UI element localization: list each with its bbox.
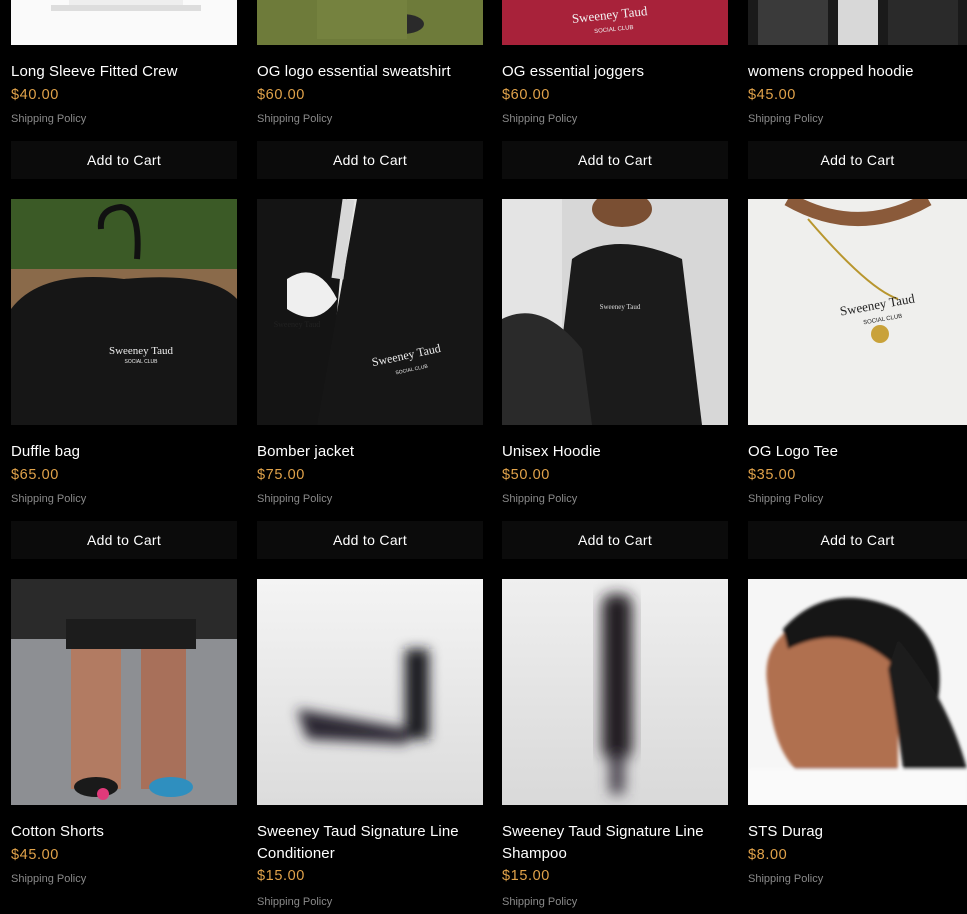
shipping-policy-link[interactable]: Shipping Policy xyxy=(257,113,332,125)
product-image-shampoo-bottle[interactable] xyxy=(502,579,728,805)
product-price: $75.00 xyxy=(257,467,305,483)
product-price: $40.00 xyxy=(11,87,59,103)
shipping-policy-link[interactable]: Shipping Policy xyxy=(257,896,332,908)
product-name[interactable]: OG essential joggers xyxy=(502,61,728,83)
add-to-cart-button[interactable]: Add to Cart xyxy=(502,141,728,179)
product-price: $65.00 xyxy=(11,467,59,483)
product-price: $45.00 xyxy=(748,87,796,103)
shipping-policy-link[interactable]: Shipping Policy xyxy=(502,896,577,908)
shipping-policy-link[interactable]: Shipping Policy xyxy=(11,873,86,885)
product-image-red-joggers[interactable]: Sweeney Taud SOCIAL CLUB xyxy=(502,0,728,45)
duffle-logo-text: Sweeney Taud xyxy=(109,345,174,357)
bomber-chest-logo-text: Sweeney Taud xyxy=(274,320,321,329)
product-name[interactable]: Unisex Hoodie xyxy=(502,441,728,463)
product-name[interactable]: STS Durag xyxy=(748,821,967,843)
shipping-policy-link[interactable]: Shipping Policy xyxy=(748,493,823,505)
product-price: $45.00 xyxy=(11,847,59,863)
product-image-durag[interactable] xyxy=(748,579,967,805)
product-image-duffle-bag[interactable]: Sweeney Taud SOCIAL CLUB xyxy=(11,199,237,425)
product-name[interactable]: Cotton Shorts xyxy=(11,821,237,843)
product-price: $50.00 xyxy=(502,467,550,483)
product-price: $60.00 xyxy=(502,87,550,103)
add-to-cart-button[interactable]: Add to Cart xyxy=(11,521,237,559)
shipping-policy-link[interactable]: Shipping Policy xyxy=(11,493,86,505)
product-name[interactable]: OG logo essential sweatshirt xyxy=(257,61,483,83)
shipping-policy-link[interactable]: Shipping Policy xyxy=(11,113,86,125)
shipping-policy-link[interactable]: Shipping Policy xyxy=(748,873,823,885)
product-image-white-tee[interactable]: Sweeney Taud SOCIAL CLUB xyxy=(748,199,967,425)
add-to-cart-button[interactable]: Add to Cart xyxy=(502,521,728,559)
product-name[interactable]: Long Sleeve Fitted Crew xyxy=(11,61,237,83)
product-image-unisex-hoodie[interactable]: Sweeney Taud xyxy=(502,199,728,425)
product-name[interactable]: Duffle bag xyxy=(11,441,237,463)
product-price: $15.00 xyxy=(257,868,305,884)
add-to-cart-button[interactable]: Add to Cart xyxy=(748,141,967,179)
product-name[interactable]: OG Logo Tee xyxy=(748,441,967,463)
product-grid: Long Sleeve Fitted Crew $40.00 Shipping … xyxy=(0,0,967,914)
shipping-policy-link[interactable]: Shipping Policy xyxy=(502,493,577,505)
shipping-policy-link[interactable]: Shipping Policy xyxy=(502,113,577,125)
product-name[interactable]: Sweeney Taud Signature Line Shampoo xyxy=(502,821,728,865)
add-to-cart-button[interactable]: Add to Cart xyxy=(257,141,483,179)
add-to-cart-button[interactable]: Add to Cart xyxy=(11,141,237,179)
shipping-policy-link[interactable]: Shipping Policy xyxy=(257,493,332,505)
duffle-logo-sub: SOCIAL CLUB xyxy=(125,359,159,365)
product-price: $35.00 xyxy=(748,467,796,483)
product-price: $8.00 xyxy=(748,847,788,863)
product-image-olive-sweatshirt[interactable] xyxy=(257,0,483,45)
product-image-conditioner-bottle[interactable] xyxy=(257,579,483,805)
shipping-policy-link[interactable]: Shipping Policy xyxy=(748,113,823,125)
add-to-cart-button[interactable]: Add to Cart xyxy=(748,521,967,559)
product-price: $60.00 xyxy=(257,87,305,103)
product-name[interactable]: Bomber jacket xyxy=(257,441,483,463)
product-image-bomber-jacket[interactable]: Sweeney Taud Sweeney Taud SOCIAL CLUB xyxy=(257,199,483,425)
hoodie-logo-text: Sweeney Taud xyxy=(600,303,641,311)
product-image-cropped-hoodie[interactable] xyxy=(748,0,967,45)
product-image-white-shirt[interactable] xyxy=(11,0,237,45)
product-image-cotton-shorts[interactable] xyxy=(11,579,237,805)
product-name[interactable]: womens cropped hoodie xyxy=(748,61,967,83)
add-to-cart-button[interactable]: Add to Cart xyxy=(257,521,483,559)
product-price: $15.00 xyxy=(502,868,550,884)
product-name[interactable]: Sweeney Taud Signature Line Conditioner xyxy=(257,821,483,865)
